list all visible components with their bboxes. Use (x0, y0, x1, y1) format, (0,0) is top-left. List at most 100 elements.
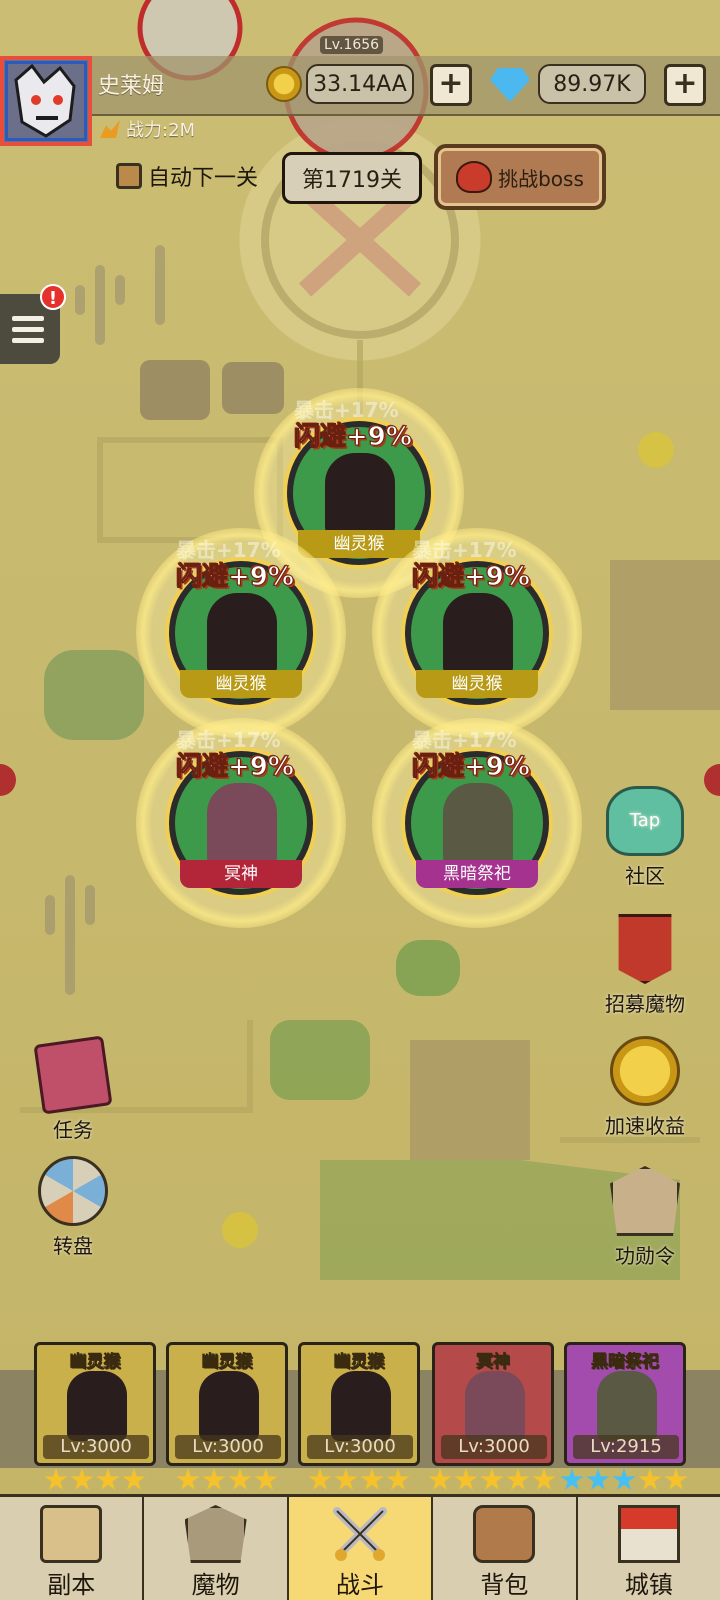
add-gold-button[interactable]: + (430, 64, 472, 106)
map-scroll-icon (40, 1505, 103, 1563)
current-stage: 第1719关 (282, 152, 422, 204)
player-avatar[interactable] (0, 56, 92, 146)
shop-building-icon (617, 1505, 680, 1563)
ghost-monkey-icon (207, 593, 277, 677)
team-member-name: 黑暗祭祀 (591, 1352, 660, 1373)
challenge-boss-button[interactable]: 挑战boss (434, 144, 606, 210)
star-rating (176, 1468, 278, 1492)
team-member-level: Lv:3000 (43, 1435, 149, 1459)
recruit-banner-icon (618, 914, 672, 984)
add-gems-button[interactable]: + (664, 64, 706, 106)
merit-label: 功勋令 (615, 1244, 675, 1268)
nav-town-label: 城镇 (624, 1571, 673, 1599)
star-icon (638, 1468, 662, 1490)
team-member-card[interactable]: 幽灵猴 Lv:3000 (298, 1342, 420, 1466)
formation-slot-2[interactable]: 暴击+17% 闪避+9% 幽灵猴 (136, 528, 346, 738)
menu-line (12, 337, 44, 343)
community-button[interactable]: Tap 社区 (590, 786, 700, 889)
star-rating (428, 1468, 556, 1492)
hero-name: 幽灵猴 (298, 530, 420, 558)
ghost-monkey-icon (443, 593, 513, 677)
taptap-cloud-icon: Tap (606, 786, 684, 856)
team-member-name: 幽灵猴 (69, 1352, 121, 1373)
star-icon (70, 1468, 94, 1490)
hero-dodge-buff: 闪避+9% (412, 752, 531, 783)
recruit-monsters-button[interactable]: 招募魔物 (590, 914, 700, 1017)
team-member-card[interactable]: 幽灵猴 Lv:3000 (34, 1342, 156, 1466)
star-icon (454, 1468, 478, 1490)
helmet-icon (610, 1166, 680, 1236)
formation-slot-3[interactable]: 暴击+17% 闪避+9% 幽灵猴 (372, 528, 582, 738)
star-icon (254, 1468, 278, 1490)
star-icon (334, 1468, 358, 1490)
star-icon (44, 1468, 68, 1490)
power-value: 战力:2M (126, 120, 196, 141)
team-member-name: 幽灵猴 (333, 1352, 385, 1373)
ghost-monkey-icon (199, 1371, 259, 1441)
merit-order-button[interactable]: 功勋令 (590, 1166, 700, 1269)
ghost-monkey-icon (67, 1371, 127, 1441)
team-member-level: Lv:3000 (307, 1435, 413, 1459)
team-member-card[interactable]: 冥神 Lv:3000 (432, 1342, 554, 1466)
hero-name: 冥神 (180, 860, 302, 888)
gem-amount: 89.97K (538, 64, 646, 104)
formation-slot-5[interactable]: 暴击+17% 闪避+9% 黑暗祭祀 (372, 718, 582, 928)
auto-next-stage-toggle[interactable]: 自动下一关 (116, 160, 258, 192)
star-icon (480, 1468, 504, 1490)
lucky-wheel-button[interactable]: 转盘 (18, 1156, 128, 1259)
team-member-level: Lv:3000 (441, 1435, 547, 1459)
death-god-icon (207, 783, 277, 867)
hero-dodge-buff: 闪避+9% (412, 562, 531, 593)
star-rating (308, 1468, 410, 1492)
star-icon (122, 1468, 146, 1490)
backpack-icon (473, 1505, 536, 1563)
crossed-swords-icon (333, 1507, 388, 1561)
team-member-card[interactable]: 幽灵猴 Lv:3000 (166, 1342, 288, 1466)
hero-dodge-buff: 闪避+9% (176, 752, 295, 783)
nav-monsters[interactable]: 魔物 (144, 1497, 289, 1600)
team-member-name: 幽灵猴 (201, 1352, 253, 1373)
auto-next-label: 自动下一关 (148, 166, 259, 191)
star-icon (360, 1468, 384, 1490)
nav-backpack[interactable]: 背包 (433, 1497, 578, 1600)
helmet-icon (184, 1505, 247, 1563)
community-label: 社区 (625, 864, 665, 888)
star-icon (560, 1468, 584, 1490)
dark-priest-icon (443, 783, 513, 867)
team-member-card[interactable]: 黑暗祭祀 Lv:2915 (564, 1342, 686, 1466)
hero-dodge-buff: 闪避+9% (176, 562, 295, 593)
hero-dodge-buff: 闪避+9% (294, 422, 413, 453)
star-icon (202, 1468, 226, 1490)
hero-name: 幽灵猴 (416, 670, 538, 698)
nav-battle-label: 战斗 (336, 1571, 385, 1599)
tasks-button[interactable]: 任务 (18, 1035, 128, 1143)
star-icon (506, 1468, 530, 1490)
ghost-monkey-icon (331, 1371, 391, 1441)
star-rating (560, 1468, 688, 1492)
ghost-monkey-icon (325, 453, 395, 537)
speed-up-income-button[interactable]: 加速收益 (590, 1036, 700, 1139)
menu-line (12, 315, 44, 321)
nav-dungeon[interactable]: 副本 (0, 1497, 145, 1600)
nav-town[interactable]: 城镇 (578, 1497, 720, 1600)
demon-skull-icon (456, 161, 493, 193)
tasks-label: 任务 (53, 1118, 93, 1142)
auto-next-checkbox[interactable] (116, 163, 142, 189)
nav-backpack-label: 背包 (480, 1571, 529, 1599)
hero-name: 黑暗祭祀 (416, 860, 538, 888)
star-icon (428, 1468, 452, 1490)
menu-line (12, 326, 44, 332)
star-icon (228, 1468, 252, 1490)
nav-monsters-label: 魔物 (191, 1571, 240, 1599)
speedup-label: 加速收益 (605, 1114, 685, 1138)
team-member-level: Lv:2915 (573, 1435, 679, 1459)
formation-slot-4[interactable]: 暴击+17% 闪避+9% 冥神 (136, 718, 346, 928)
nav-dungeon-label: 副本 (47, 1571, 96, 1599)
death-god-icon (465, 1371, 525, 1441)
star-icon (176, 1468, 200, 1490)
star-icon (586, 1468, 610, 1490)
team-member-level: Lv:3000 (175, 1435, 281, 1459)
hero-name: 幽灵猴 (180, 670, 302, 698)
menu-notification-badge: ! (40, 284, 66, 310)
nav-battle[interactable]: 战斗 (288, 1497, 434, 1600)
